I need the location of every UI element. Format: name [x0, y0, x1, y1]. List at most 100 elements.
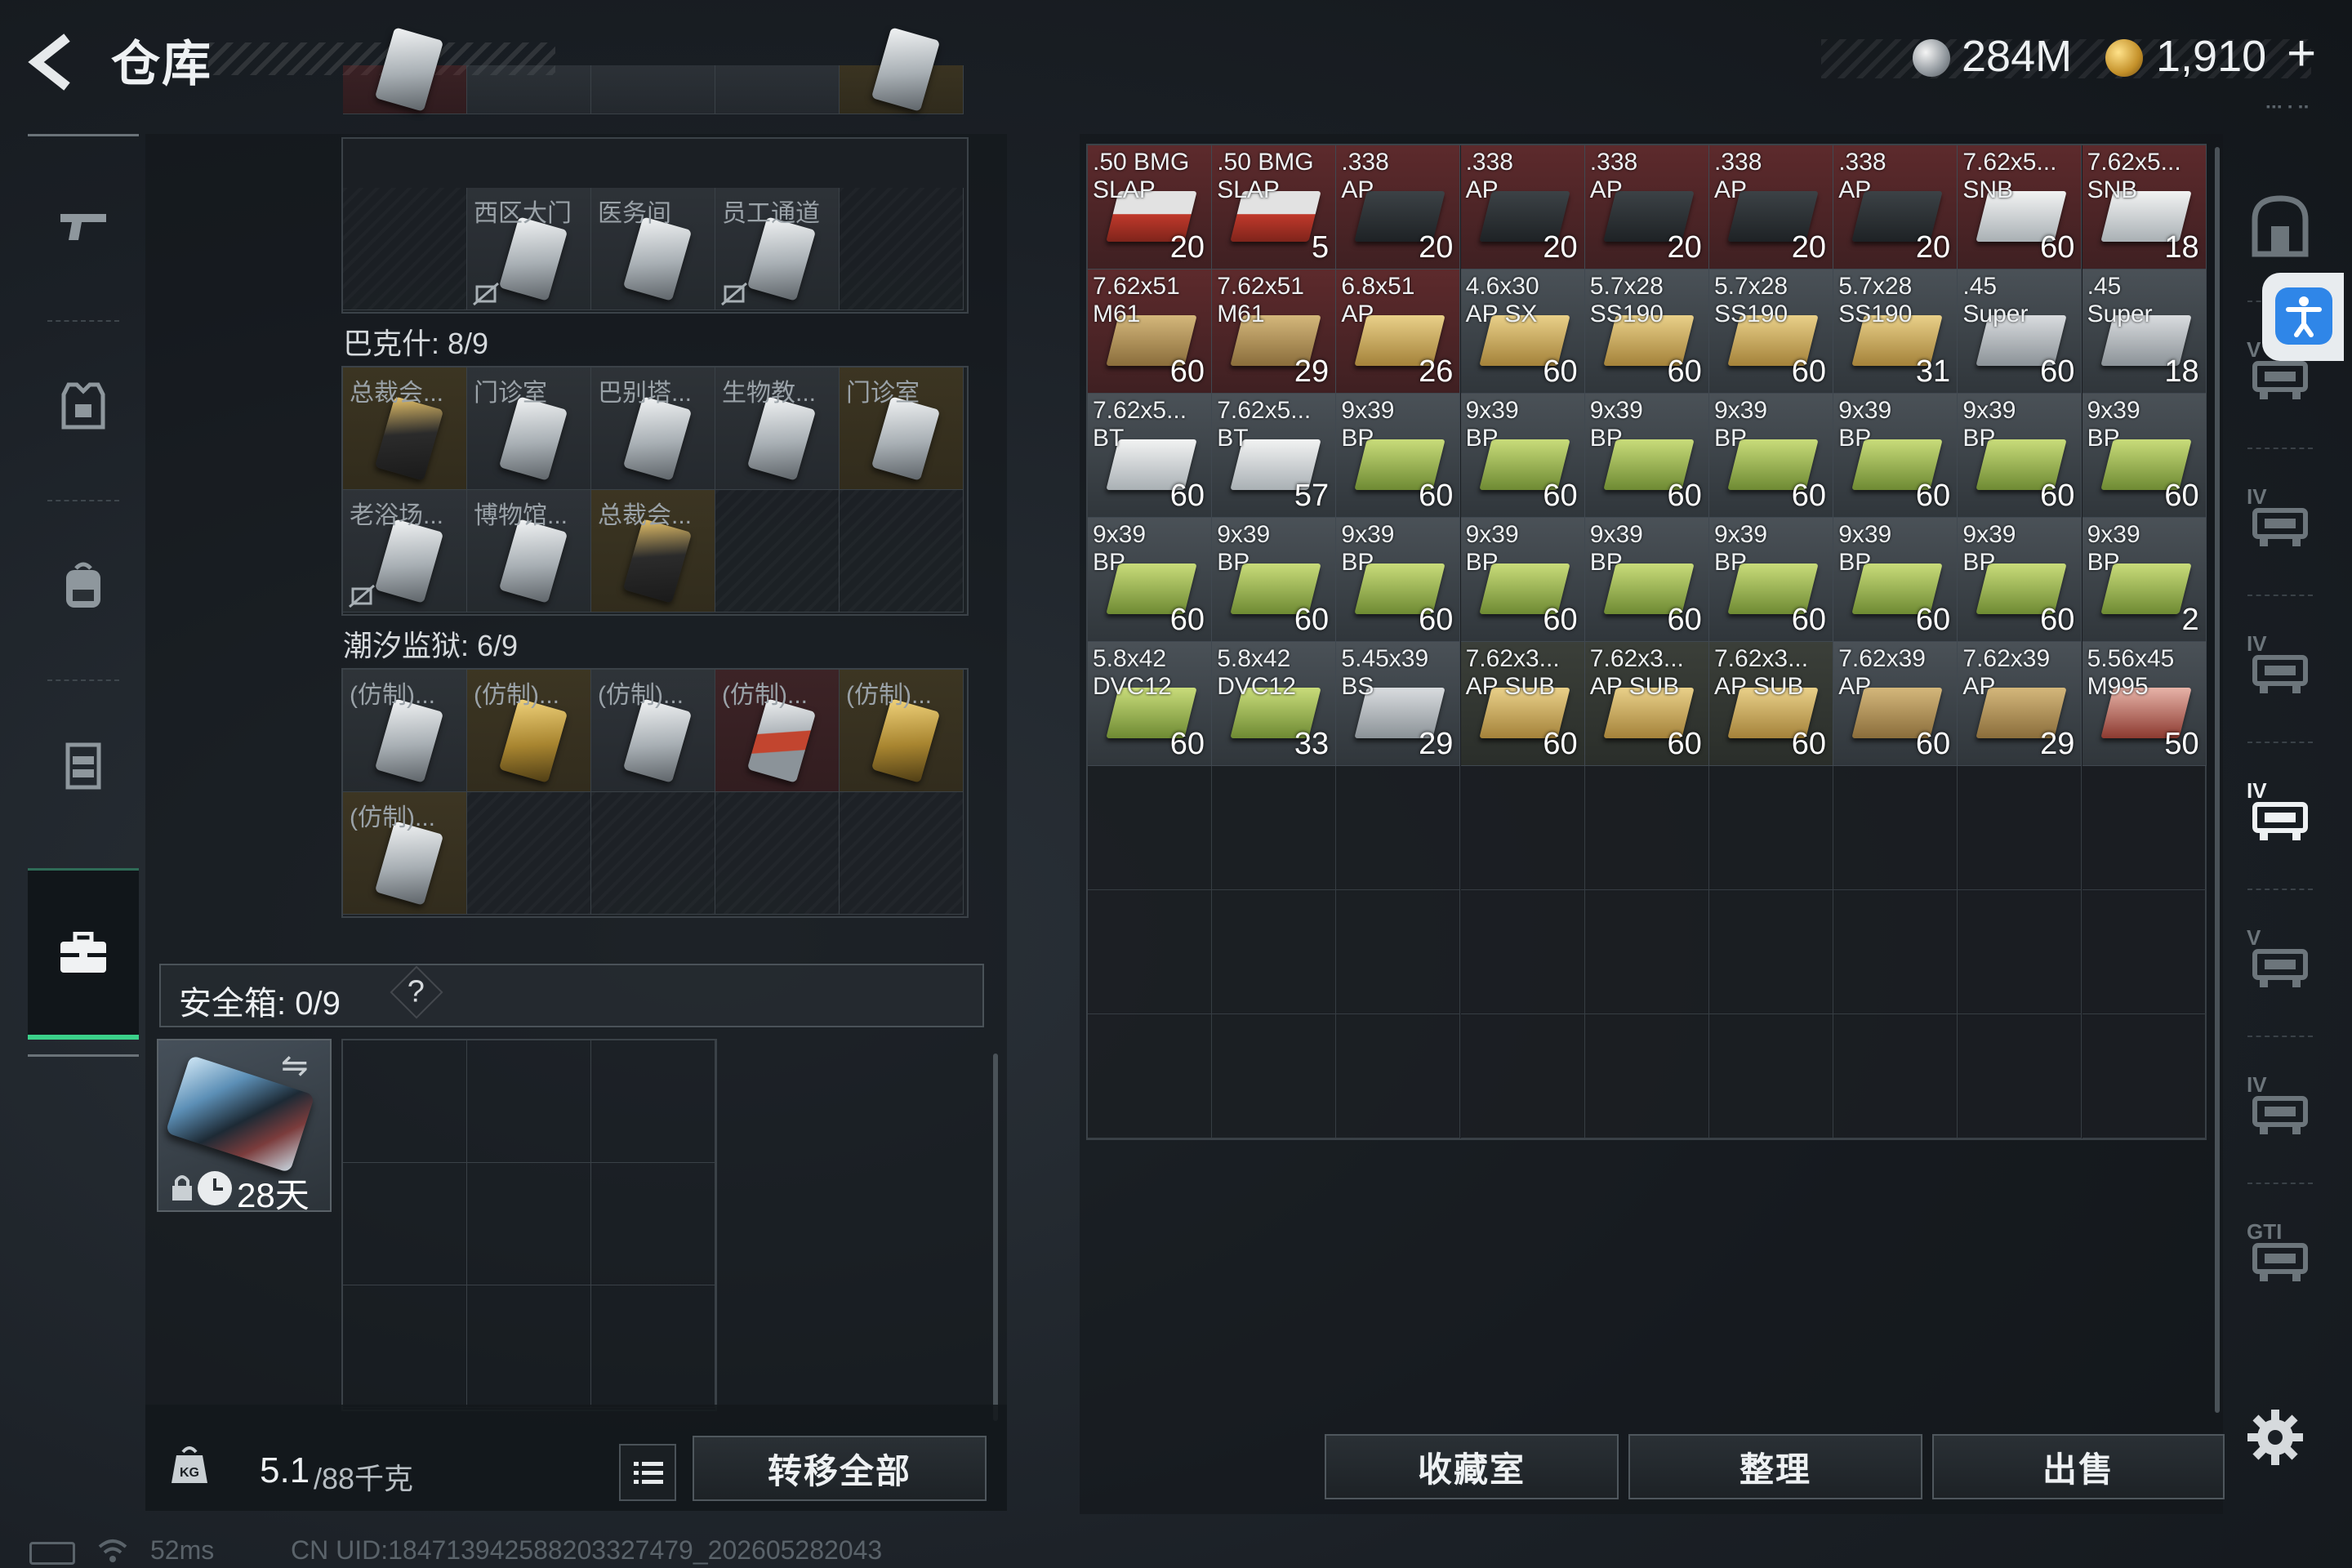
ammo-item[interactable]: 9x39 BP 60: [1833, 394, 1958, 518]
key-card-slot[interactable]: (仿制)...: [467, 670, 591, 792]
organize-button[interactable]: 整理: [1628, 1434, 1922, 1499]
ammo-item[interactable]: 7.62x5... SNB 60: [1958, 145, 2082, 270]
category-cat-iv-keys[interactable]: IV: [2231, 742, 2329, 885]
ammo-item[interactable]: 7.62x3... AP SUB 60: [1709, 642, 1833, 766]
ammo-item[interactable]: 5.8x42 DVC12 60: [1088, 642, 1212, 766]
ammo-item[interactable]: 9x39 BP 60: [1460, 518, 1585, 642]
empty-stash-slot[interactable]: [1958, 890, 2082, 1014]
ammo-item[interactable]: 7.62x5... SNB 18: [2082, 145, 2207, 270]
key-card-slot[interactable]: 总裁会...: [343, 368, 467, 490]
key-card-slot[interactable]: (仿制)...: [343, 670, 467, 792]
empty-stash-slot[interactable]: [2082, 766, 2207, 890]
nav-backpack[interactable]: [28, 504, 139, 667]
ammo-item[interactable]: 7.62x5... BT 60: [1088, 394, 1212, 518]
ammo-item[interactable]: 9x39 BP 2: [2082, 518, 2207, 642]
ammo-item[interactable]: 7.62x51 M61 60: [1088, 270, 1212, 394]
ammo-item[interactable]: 6.8x51 AP 26: [1336, 270, 1461, 394]
empty-stash-slot[interactable]: [1958, 1014, 2082, 1138]
key-card-slot[interactable]: 总裁会...: [591, 490, 715, 612]
safe-box-slot[interactable]: [343, 1285, 467, 1408]
safe-box-slot[interactable]: [467, 1163, 591, 1285]
ammo-item[interactable]: .338 AP 20: [1460, 145, 1585, 270]
key-card-slot[interactable]: 员工通道: [715, 188, 840, 310]
category-cat-v-misc[interactable]: V: [2231, 889, 2329, 1032]
empty-stash-slot[interactable]: [1088, 766, 1212, 890]
ammo-item[interactable]: 7.62x51 M61 29: [1212, 270, 1337, 394]
ammo-item[interactable]: .338 AP 20: [1709, 145, 1833, 270]
key-card-slot[interactable]: [715, 65, 840, 114]
ammo-item[interactable]: 5.7x28 SS190 31: [1833, 270, 1958, 394]
ammo-item[interactable]: .338 AP 20: [1336, 145, 1461, 270]
empty-stash-slot[interactable]: [1709, 766, 1833, 890]
ammo-item[interactable]: .50 BMG SLAP 5: [1212, 145, 1337, 270]
add-currency-button[interactable]: +: [2287, 24, 2316, 82]
stash-scrollbar[interactable]: [2215, 147, 2220, 1413]
empty-stash-slot[interactable]: [1212, 1014, 1337, 1138]
settings-gear-icon[interactable]: [2244, 1406, 2306, 1468]
key-card-slot[interactable]: [343, 27, 467, 114]
back-icon[interactable]: [24, 31, 90, 93]
key-card-slot[interactable]: 医务间: [591, 188, 715, 310]
safe-box-slot[interactable]: [343, 1040, 467, 1163]
ammo-item[interactable]: 9x39 BP 60: [1709, 394, 1833, 518]
ammo-item[interactable]: 9x39 BP 60: [1088, 518, 1212, 642]
key-card-slot[interactable]: (仿制)...: [840, 670, 964, 792]
sell-button[interactable]: 出售: [1932, 1434, 2225, 1499]
empty-stash-slot[interactable]: [1336, 890, 1461, 1014]
empty-stash-slot[interactable]: [1584, 890, 1709, 1014]
nav-weapons[interactable]: [28, 145, 139, 308]
empty-stash-slot[interactable]: [2082, 890, 2207, 1014]
key-card-slot[interactable]: 巴别塔...: [591, 368, 715, 490]
nav-pouch[interactable]: [28, 868, 139, 1040]
empty-stash-slot[interactable]: [1460, 766, 1585, 890]
ammo-item[interactable]: 7.62x39 AP 60: [1833, 642, 1958, 766]
safe-box-item[interactable]: ⇋ 28天: [157, 1039, 332, 1214]
ammo-item[interactable]: 5.8x42 DVC12 33: [1212, 642, 1337, 766]
ammo-item[interactable]: 5.45x39 BS 29: [1336, 642, 1461, 766]
swap-icon[interactable]: ⇋: [281, 1047, 309, 1085]
empty-stash-slot[interactable]: [1833, 766, 1958, 890]
ammo-item[interactable]: 7.62x39 AP 29: [1958, 642, 2082, 766]
empty-stash-slot[interactable]: [2082, 1014, 2207, 1138]
nav-chest-rig[interactable]: [28, 684, 139, 847]
empty-stash-slot[interactable]: [1088, 890, 1212, 1014]
ammo-item[interactable]: 9x39 BP 60: [1958, 518, 2082, 642]
accessibility-button[interactable]: [2262, 273, 2344, 361]
ammo-item[interactable]: 7.62x3... AP SUB 60: [1584, 642, 1709, 766]
ammo-item[interactable]: 4.6x30 AP SX 60: [1460, 270, 1585, 394]
key-card-slot[interactable]: (仿制)...: [343, 792, 467, 915]
key-card-slot[interactable]: 西区大门: [467, 188, 591, 310]
safe-box-help-button[interactable]: ?: [390, 965, 443, 1019]
empty-stash-slot[interactable]: [1584, 1014, 1709, 1138]
category-cat-iv-ammo[interactable]: IV: [2231, 448, 2329, 591]
key-card-slot[interactable]: [467, 65, 591, 114]
transfer-all-button[interactable]: 转移全部: [693, 1436, 987, 1501]
empty-stash-slot[interactable]: [1460, 1014, 1585, 1138]
ammo-item[interactable]: 7.62x3... AP SUB 60: [1460, 642, 1585, 766]
ammo-item[interactable]: 5.7x28 SS190 60: [1584, 270, 1709, 394]
category-cat-gti[interactable]: GTI: [2231, 1183, 2329, 1326]
ammo-item[interactable]: 7.62x5... BT 57: [1212, 394, 1337, 518]
ammo-item[interactable]: 9x39 BP 60: [1709, 518, 1833, 642]
empty-stash-slot[interactable]: [1833, 1014, 1958, 1138]
key-card-slot[interactable]: [591, 65, 715, 114]
key-card-slot[interactable]: 门诊室: [840, 368, 964, 490]
ammo-item[interactable]: .45 Super 60: [1958, 270, 2082, 394]
nav-armor[interactable]: [28, 324, 139, 488]
ammo-item[interactable]: 9x39 BP 60: [1336, 518, 1461, 642]
category-cat-iv-medical[interactable]: IV: [2231, 1036, 2329, 1179]
ammo-item[interactable]: 9x39 BP 60: [1833, 518, 1958, 642]
empty-stash-slot[interactable]: [1584, 766, 1709, 890]
safe-box-slot[interactable]: [591, 1040, 715, 1163]
empty-stash-slot[interactable]: [1958, 766, 2082, 890]
key-card-slot[interactable]: 老浴场...: [343, 490, 467, 612]
key-card-slot[interactable]: [840, 27, 964, 114]
ammo-item[interactable]: 9x39 BP 60: [1460, 394, 1585, 518]
container-scrollbar[interactable]: [993, 1054, 998, 1421]
ammo-item[interactable]: 9x39 BP 60: [1212, 518, 1337, 642]
empty-stash-slot[interactable]: [1336, 1014, 1461, 1138]
key-card-slot[interactable]: 生物教...: [715, 368, 840, 490]
key-card-slot[interactable]: (仿制)...: [715, 670, 840, 792]
empty-stash-slot[interactable]: [1212, 890, 1337, 1014]
ammo-item[interactable]: 9x39 BP 60: [1584, 394, 1709, 518]
